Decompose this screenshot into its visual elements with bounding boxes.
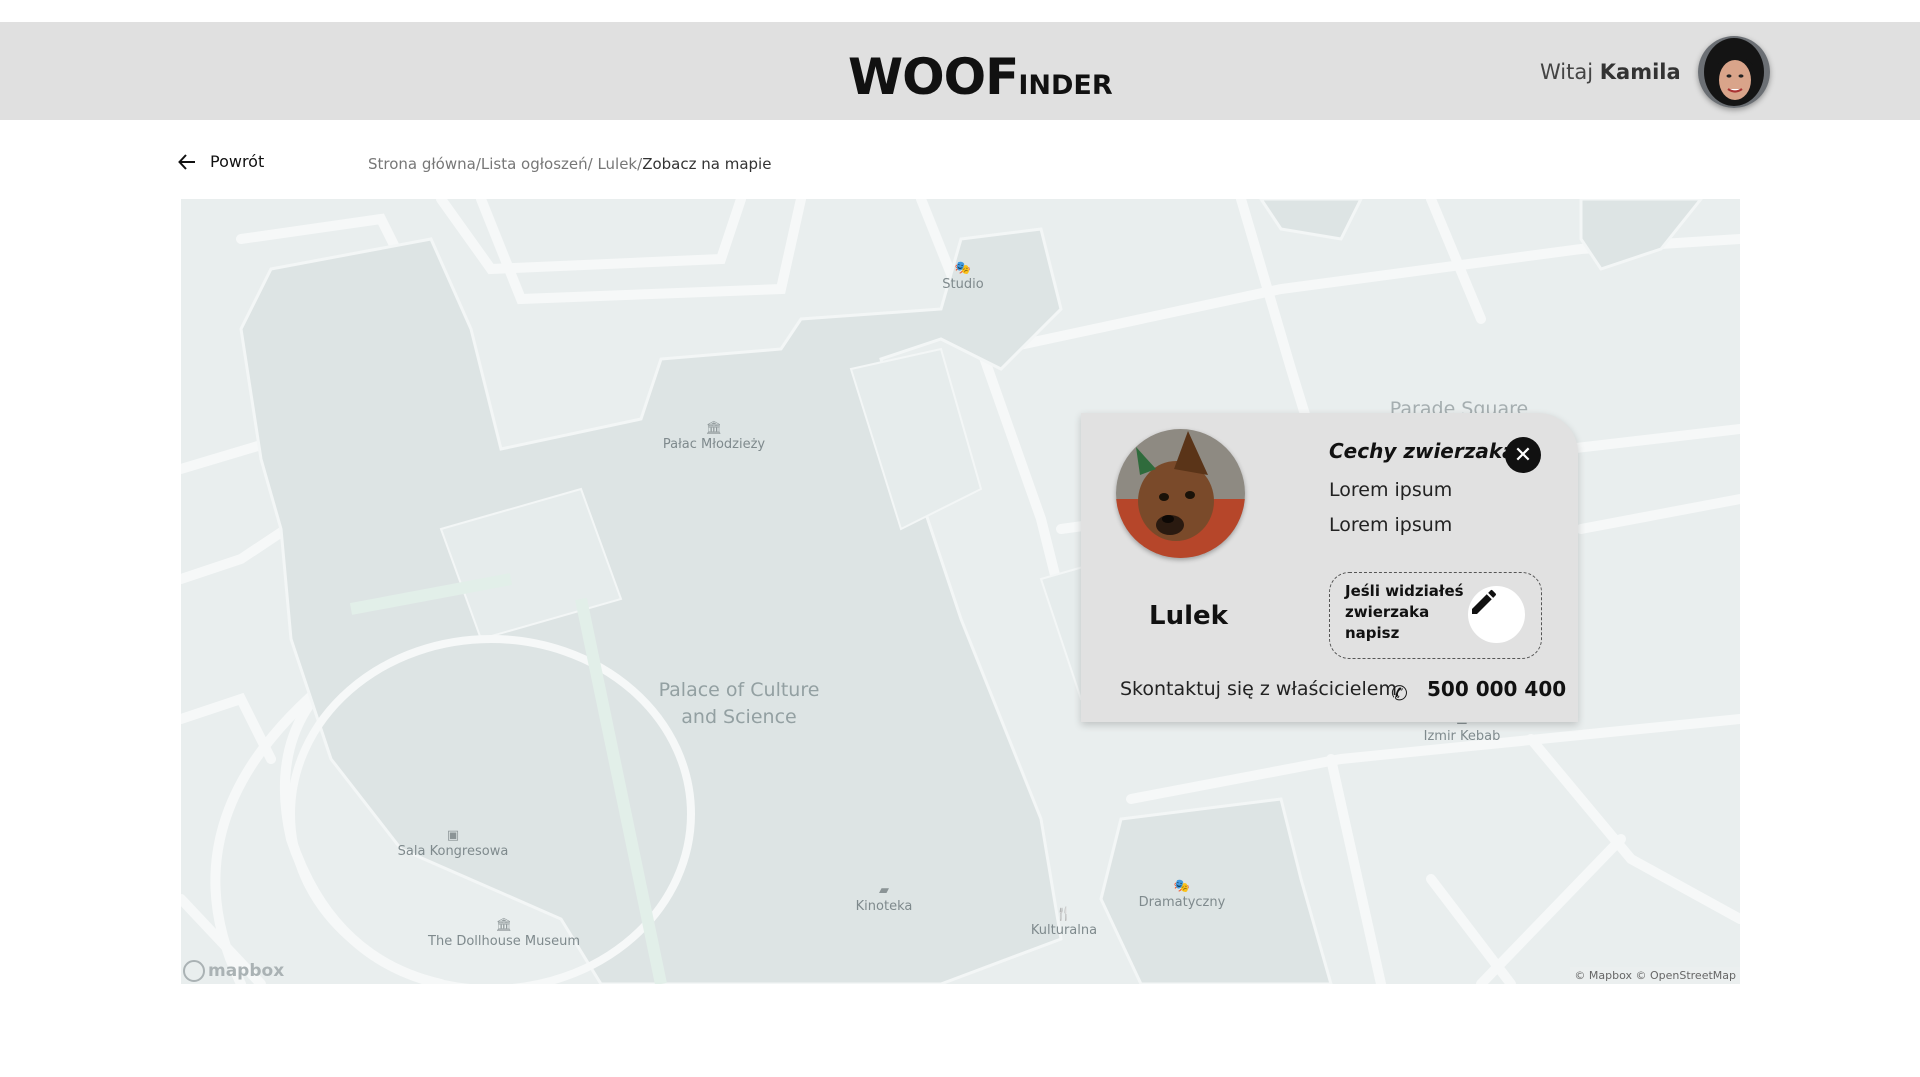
- poi-kinoteka[interactable]: ▰ Kinoteka: [856, 883, 913, 914]
- museum-icon: 🏛: [495, 918, 513, 933]
- crumb-current: Zobacz na mapie: [642, 155, 772, 173]
- mapbox-logo[interactable]: mapbox: [183, 960, 284, 982]
- report-sighting-text: Jeśli widziałeś zwierzaka napisz: [1345, 582, 1464, 642]
- crumb-list[interactable]: Lista ogłoszeń/: [481, 155, 593, 173]
- poi-dramatyczny[interactable]: 🎭 Dramatyczny: [1139, 879, 1226, 910]
- poi-label: Pałac Młodzieży: [662, 437, 766, 452]
- poi-label: Sala Kongresowa: [397, 844, 509, 859]
- landmark-palace-of-culture[interactable]: Palace of Culture and Science: [659, 677, 820, 731]
- poi-label: The Dollhouse Museum: [428, 934, 580, 949]
- landmark-line1: Palace of Culture: [658, 679, 820, 701]
- feature-item: Lorem ipsum: [1329, 514, 1453, 536]
- pet-photo: [1116, 429, 1245, 558]
- user-name: Kamila: [1599, 60, 1681, 84]
- theater-icon: 🎭: [954, 261, 972, 276]
- poi-label: Kinoteka: [855, 899, 913, 914]
- greeting-text: Witaj: [1540, 60, 1594, 84]
- cinema-icon: ▰: [878, 883, 889, 898]
- pencil-icon: [1472, 589, 1497, 614]
- poi-label: Studio: [942, 277, 984, 292]
- back-button[interactable]: Powrót: [178, 152, 264, 171]
- museum-icon: 🏛: [705, 421, 723, 436]
- gallery-icon: ▣: [446, 828, 460, 843]
- close-card-button[interactable]: ✕: [1505, 437, 1541, 473]
- feature-item: Lorem ipsum: [1329, 479, 1453, 501]
- pet-info-card: Lulek Cechy zwierzaka: Lorem ipsum Lorem…: [1081, 413, 1578, 722]
- user-avatar[interactable]: [1698, 36, 1770, 108]
- restaurant-icon: 🍴: [1055, 907, 1073, 922]
- back-label: Powrót: [210, 152, 265, 171]
- phone-icon: ✆: [1391, 681, 1408, 705]
- poi-sala-kongresowa[interactable]: ▣ Sala Kongresowa: [398, 828, 509, 859]
- map-attribution[interactable]: © Mapbox © OpenStreetMap: [1570, 967, 1740, 984]
- theater-icon: 🎭: [1173, 879, 1191, 894]
- mapbox-logo-text: mapbox: [208, 961, 285, 981]
- close-icon: ✕: [1513, 442, 1533, 468]
- map-view[interactable]: 🎭 Studio 🏛 Pałac Młodzieży ▣ Sala Kongre…: [181, 199, 1740, 984]
- poi-studio[interactable]: 🎭 Studio: [942, 261, 983, 292]
- contact-owner-label: Skontaktuj się z właścicielem: [1120, 678, 1397, 700]
- breadcrumb: Strona główna/Lista ogłoszeń/ Lulek/Zoba…: [368, 155, 771, 173]
- pet-name: Lulek: [1149, 601, 1228, 631]
- poi-palac-mlodziezy[interactable]: 🏛 Pałac Młodzieży: [663, 421, 765, 452]
- crumb-home[interactable]: Strona główna/: [368, 155, 481, 173]
- poi-label: Izmir Kebab: [1423, 729, 1501, 744]
- report-sighting-box[interactable]: Jeśli widziałeś zwierzaka napisz: [1329, 572, 1542, 659]
- app-logo[interactable]: WOOFINDER: [848, 48, 1113, 106]
- top-header: WOOFINDER Witaj Kamila: [0, 22, 1920, 120]
- user-greeting: Witaj Kamila: [1540, 60, 1681, 84]
- poi-label: Kulturalna: [1030, 923, 1098, 938]
- owner-phone-number[interactable]: 500 000 400: [1427, 677, 1566, 701]
- poi-label: Dramatyczny: [1138, 895, 1226, 910]
- crumb-pet[interactable]: Lulek/: [593, 155, 642, 173]
- poi-kulturalna[interactable]: 🍴 Kulturalna: [1031, 907, 1097, 938]
- arrow-left-icon: [178, 153, 195, 170]
- poi-dollhouse-museum[interactable]: 🏛 The Dollhouse Museum: [428, 918, 580, 949]
- logo-suffix: INDER: [1018, 70, 1113, 101]
- write-report-button[interactable]: [1468, 586, 1525, 643]
- logo-main: WOOF: [848, 48, 1019, 106]
- features-title: Cechy zwierzaka:: [1329, 439, 1524, 463]
- mapbox-logo-icon: [183, 960, 205, 982]
- landmark-line2: and Science: [681, 706, 797, 728]
